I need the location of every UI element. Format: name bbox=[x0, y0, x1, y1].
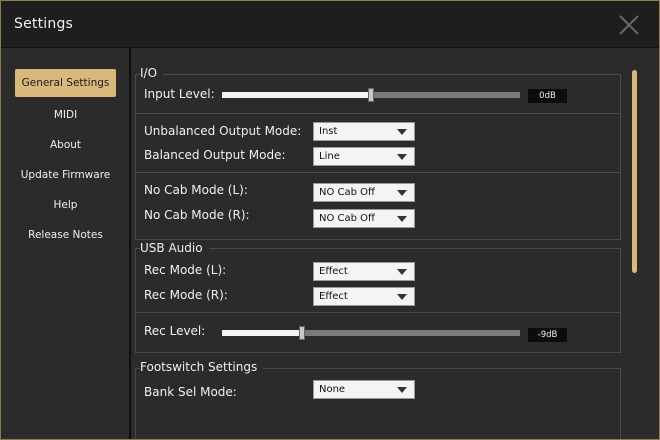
rec-level-value: -9dB bbox=[528, 328, 567, 342]
input-level-label: Input Level: bbox=[144, 87, 215, 101]
rec-level-slider[interactable] bbox=[222, 326, 520, 340]
sidebar-item-update-firmware[interactable]: Update Firmware bbox=[15, 161, 116, 189]
title-bar: Settings bbox=[1, 1, 659, 48]
close-icon bbox=[619, 15, 639, 35]
rec-mode-l-select[interactable]: Effect bbox=[313, 262, 415, 281]
rec-mode-r-label: Rec Mode (R): bbox=[144, 288, 228, 302]
chevron-down-icon bbox=[397, 269, 407, 275]
sidebar-item-label: About bbox=[49, 139, 82, 151]
sidebar-item-label: Release Notes bbox=[28, 229, 103, 241]
window-title: Settings bbox=[14, 16, 74, 32]
sidebar-item-label: General Settings bbox=[21, 77, 110, 89]
content-scrollbar[interactable] bbox=[632, 70, 637, 273]
sidebar-item-label: Update Firmware bbox=[20, 169, 111, 181]
chevron-down-icon bbox=[397, 387, 407, 393]
rec-mode-l-value: Effect bbox=[319, 266, 348, 277]
no-cab-l-label: No Cab Mode (L): bbox=[144, 183, 248, 197]
no-cab-r-select[interactable]: NO Cab Off bbox=[313, 209, 415, 228]
sidebar-item-help[interactable]: Help bbox=[15, 191, 116, 219]
balanced-output-value: Line bbox=[319, 151, 340, 162]
chevron-down-icon bbox=[397, 190, 407, 196]
sidebar-item-about[interactable]: About bbox=[15, 131, 116, 159]
sidebar: General Settings MIDI About Update Firmw… bbox=[1, 48, 129, 439]
no-cab-l-value: NO Cab Off bbox=[319, 187, 375, 198]
footswitch-group-title: Footswitch Settings bbox=[140, 360, 264, 374]
usb-audio-group-title: USB Audio bbox=[140, 241, 209, 255]
balanced-output-select[interactable]: Line bbox=[313, 147, 415, 166]
unbalanced-output-label: Unbalanced Output Mode: bbox=[144, 124, 302, 138]
close-button[interactable] bbox=[617, 13, 641, 37]
rec-level-thumb[interactable] bbox=[299, 326, 305, 340]
sidebar-item-release-notes[interactable]: Release Notes bbox=[15, 221, 116, 249]
io-separator-1 bbox=[135, 113, 621, 114]
input-level-value: 0dB bbox=[528, 89, 567, 103]
no-cab-r-value: NO Cab Off bbox=[319, 213, 375, 224]
input-level-slider[interactable] bbox=[222, 88, 520, 102]
unbalanced-output-value: Inst bbox=[319, 126, 338, 137]
sidebar-item-label: Help bbox=[53, 199, 78, 211]
io-group-title: I/O bbox=[140, 66, 164, 80]
settings-content: I/O Input Level: 0dB Unbalanced Output M… bbox=[131, 48, 659, 439]
rec-mode-r-select[interactable]: Effect bbox=[313, 287, 415, 306]
input-level-fill bbox=[222, 92, 371, 98]
rec-mode-l-label: Rec Mode (L): bbox=[144, 263, 227, 277]
rec-level-fill bbox=[222, 330, 302, 336]
rec-mode-r-value: Effect bbox=[319, 291, 348, 302]
rec-level-label: Rec Level: bbox=[144, 324, 206, 338]
sidebar-item-label: MIDI bbox=[53, 109, 78, 121]
no-cab-r-label: No Cab Mode (R): bbox=[144, 208, 250, 222]
chevron-down-icon bbox=[397, 216, 407, 222]
usb-audio-separator bbox=[135, 312, 621, 313]
unbalanced-output-select[interactable]: Inst bbox=[313, 122, 415, 141]
bank-sel-mode-value: None bbox=[319, 384, 346, 395]
chevron-down-icon bbox=[397, 129, 407, 135]
footswitch-group bbox=[135, 368, 621, 439]
chevron-down-icon bbox=[397, 294, 407, 300]
sidebar-item-general-settings[interactable]: General Settings bbox=[15, 69, 116, 97]
balanced-output-label: Balanced Output Mode: bbox=[144, 148, 286, 162]
chevron-down-icon bbox=[397, 154, 407, 160]
input-level-thumb[interactable] bbox=[368, 88, 374, 102]
bank-sel-mode-label: Bank Sel Mode: bbox=[144, 385, 237, 399]
settings-window: Settings General Settings MIDI About Upd… bbox=[0, 0, 660, 440]
sidebar-item-midi[interactable]: MIDI bbox=[15, 101, 116, 129]
bank-sel-mode-select[interactable]: None bbox=[313, 380, 415, 399]
no-cab-l-select[interactable]: NO Cab Off bbox=[313, 183, 415, 202]
io-separator-2 bbox=[135, 172, 621, 173]
